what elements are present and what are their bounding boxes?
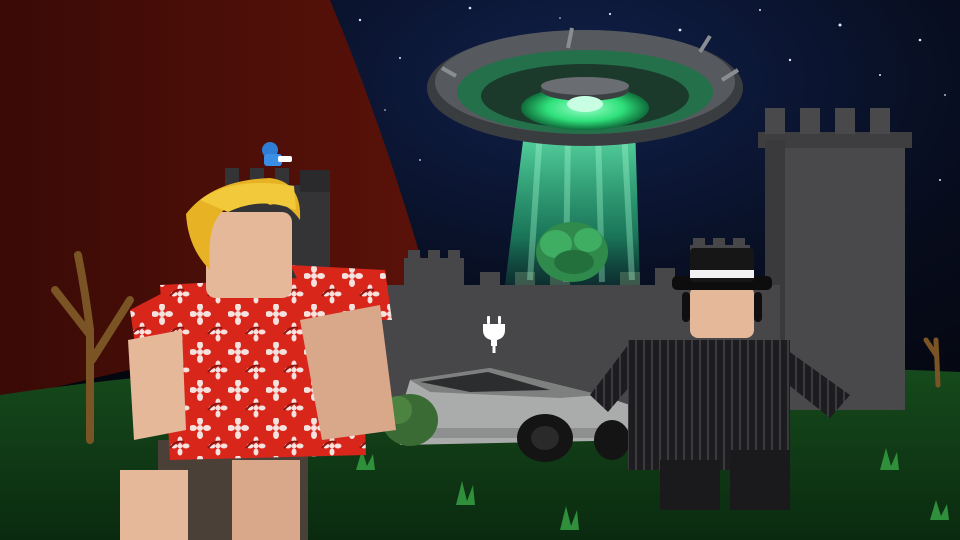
scene-canvas: [0, 0, 960, 540]
abducted-bush: [536, 222, 608, 282]
game-scene: [0, 0, 960, 540]
